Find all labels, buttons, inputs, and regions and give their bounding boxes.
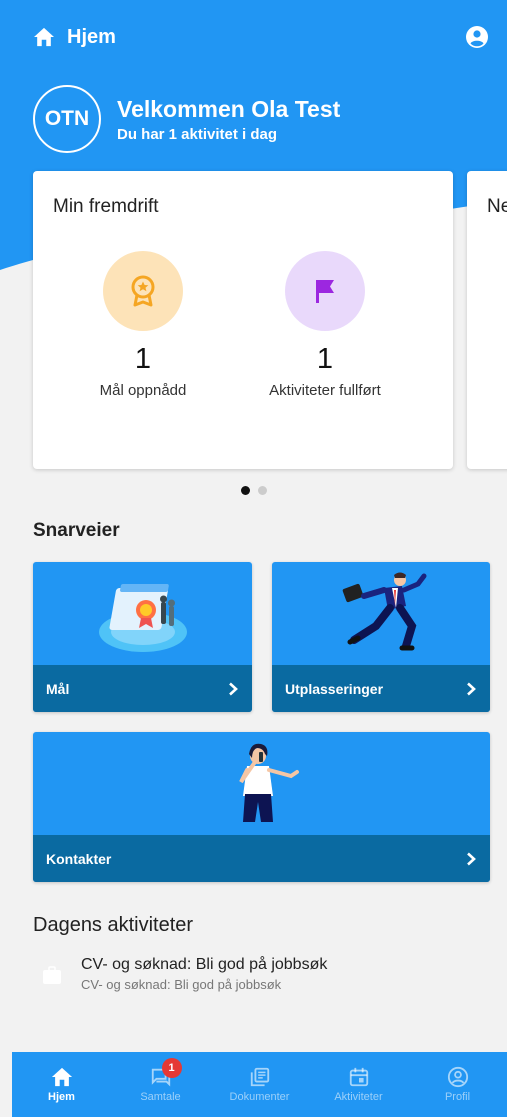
shortcuts-title: Snarveier <box>33 520 120 541</box>
stat-label: Aktiviteter fullført <box>269 382 381 399</box>
running-man-illustration <box>342 572 427 651</box>
progress-card[interactable]: Min fremdrift 1 Mål oppnådd 1 Aktivitete… <box>33 171 453 469</box>
stat-circle <box>285 251 365 331</box>
app-bar: Hjem <box>0 0 507 74</box>
documents-icon <box>250 1067 269 1087</box>
unread-badge: 1 <box>161 1058 182 1078</box>
account-circle-icon[interactable] <box>465 25 489 49</box>
briefcase-icon <box>43 966 61 984</box>
welcome-title: Velkommen Ola Test <box>117 95 341 122</box>
calendar-icon <box>349 1067 368 1087</box>
nav-item-activities[interactable]: Aktiviteter <box>309 1052 408 1117</box>
stat-value: 1 <box>134 343 152 375</box>
nav-item-chat[interactable]: Samtale 1 <box>111 1052 210 1117</box>
welcome-subtitle: Du har 1 aktivitet i dag <box>117 125 278 143</box>
chevron-right-icon <box>467 852 476 865</box>
nav-item-profile[interactable]: Profil <box>408 1052 507 1117</box>
progress-card-title: Min fremdrift <box>53 196 159 217</box>
carousel-indicator <box>0 486 507 495</box>
stat-value: 1 <box>316 343 334 375</box>
shortcut-goals[interactable]: Mål <box>33 562 252 712</box>
nav-label: Profil <box>444 1091 471 1103</box>
carousel-dot[interactable] <box>240 486 250 495</box>
home-icon <box>34 27 54 47</box>
stat-activities-completed: 1 Aktiviteter fullført <box>245 251 405 399</box>
nav-label: Samtale <box>140 1091 181 1103</box>
carousel-dot[interactable] <box>257 486 267 495</box>
award-icon <box>131 275 155 307</box>
flag-icon <box>316 280 334 303</box>
nav-label: Dokumenter <box>229 1091 290 1103</box>
nav-label: Aktiviteter <box>334 1091 383 1103</box>
avatar[interactable]: OTN <box>33 85 101 153</box>
phone-woman-illustration <box>239 743 299 822</box>
stat-goals-achieved: 1 Mål oppnådd <box>63 251 223 399</box>
nav-item-home[interactable]: Hjem <box>12 1052 111 1117</box>
next-card-title: Ne <box>487 196 507 217</box>
shortcut-label: Utplasseringer <box>285 680 384 697</box>
next-card[interactable]: Ne <box>467 171 507 469</box>
goal-illustration <box>99 584 187 652</box>
home-icon <box>51 1067 72 1087</box>
shortcut-placements[interactable]: Utplasseringer <box>272 562 490 712</box>
chevron-right-icon <box>229 682 238 695</box>
shortcut-label: Mål <box>46 680 70 697</box>
stat-circle <box>103 251 183 331</box>
today-title: Dagens aktiviteter <box>33 914 194 936</box>
profile-icon <box>447 1066 468 1088</box>
welcome-section: OTN Velkommen Ola Test Du har 1 aktivite… <box>33 85 340 153</box>
stat-label: Mål oppnådd <box>99 382 187 399</box>
bottom-navigation: Hjem Samtale 1 Dokumenter Aktiviteter Pr… <box>12 1052 507 1117</box>
activity-item[interactable]: CV- og søknad: Bli god på jobbsøk CV- og… <box>41 956 327 992</box>
shortcut-bar: Utplasseringer <box>272 665 490 712</box>
shortcut-contacts[interactable]: Kontakter <box>33 732 490 882</box>
nav-item-documents[interactable]: Dokumenter <box>210 1052 309 1117</box>
page-title: Hjem <box>67 25 116 48</box>
nav-label: Hjem <box>48 1091 75 1103</box>
activity-subtitle: CV- og søknad: Bli god på jobbsøk <box>81 977 282 992</box>
shortcut-bar: Mål <box>33 665 252 712</box>
shortcut-bar: Kontakter <box>33 835 490 882</box>
chevron-right-icon <box>467 682 476 695</box>
activity-title: CV- og søknad: Bli god på jobbsøk <box>81 956 328 973</box>
shortcut-label: Kontakter <box>46 850 112 867</box>
